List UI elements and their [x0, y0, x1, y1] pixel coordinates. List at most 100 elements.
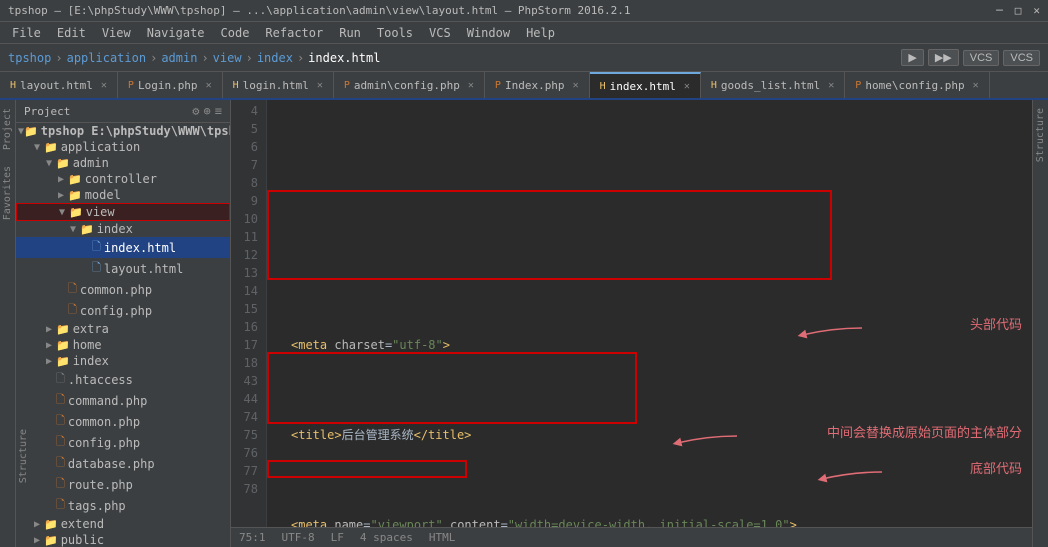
sidebar-title: Project [24, 105, 70, 118]
tree-item-application[interactable]: ▼ 📁 application [16, 139, 230, 155]
tab-label-home-config: home\config.php [865, 79, 964, 92]
tree-arrow-index-folder: ▼ [66, 224, 80, 235]
tab-index-php[interactable]: P Index.php ✕ [485, 72, 590, 98]
structure-label[interactable]: Structure [16, 425, 31, 487]
code-lines[interactable]: <meta charset="utf-8"> <title>后台管理系统</ti… [267, 100, 1032, 527]
menu-vcs[interactable]: VCS [421, 26, 459, 40]
structure-label-right[interactable]: Structure [1033, 100, 1048, 170]
tree-item-index-app[interactable]: ▶ 📁 index [16, 353, 230, 369]
tree-arrow-public: ▶ [30, 535, 44, 546]
tree-item-controller[interactable]: ▶ 📁 controller [16, 171, 230, 187]
tree-item-index-html[interactable]: 🗋 index.html [16, 237, 230, 258]
tab-home-config[interactable]: P home\config.php ✕ [845, 72, 989, 98]
debug-btn[interactable]: ▶▶ [928, 49, 959, 66]
tree-item-index-folder[interactable]: ▼ 📁 index [16, 221, 230, 237]
tab-close-layout[interactable]: ✕ [101, 80, 107, 91]
tree-item-admin[interactable]: ▼ 📁 admin [16, 155, 230, 171]
sidebar-icon-gear[interactable]: ⚙ [192, 104, 199, 118]
side-label-project[interactable]: Project [0, 100, 15, 158]
close-btn[interactable]: ✕ [1033, 4, 1040, 17]
tab-goods-list[interactable]: H goods_list.html ✕ [701, 72, 845, 98]
breadcrumb-index[interactable]: index [257, 51, 293, 65]
tab-close-login-php[interactable]: ✕ [206, 80, 212, 91]
tree-item-home[interactable]: ▶ 📁 home [16, 337, 230, 353]
tab-close-admin-config[interactable]: ✕ [468, 80, 474, 91]
tree-label-model: model [85, 188, 121, 202]
tree-item-extra[interactable]: ▶ 📁 extra [16, 321, 230, 337]
menu-navigate[interactable]: Navigate [139, 26, 213, 40]
tree-label-config-php-admin: config.php [80, 304, 152, 318]
structure-sidebar: Structure [1032, 100, 1048, 547]
tab-close-goods-list[interactable]: ✕ [828, 80, 834, 91]
tree-item-public[interactable]: ▶ 📁 public [16, 532, 230, 547]
tree-item-extend[interactable]: ▶ 📁 extend [16, 516, 230, 532]
vcs-btn[interactable]: VCS [963, 50, 1000, 66]
breadcrumb-tpshop[interactable]: tpshop [8, 51, 51, 65]
folder-icon-public: 📁 [44, 534, 58, 547]
tab-label-login-html: login.html [243, 79, 309, 92]
tab-admin-config[interactable]: P admin\config.php ✕ [334, 72, 485, 98]
vcs2-btn[interactable]: VCS [1003, 50, 1040, 66]
tab-login-html[interactable]: H login.html ✕ [223, 72, 334, 98]
tab-close-index-php[interactable]: ✕ [573, 80, 579, 91]
breadcrumb-admin[interactable]: admin [161, 51, 197, 65]
tree-label-index-app: index [73, 354, 109, 368]
minimize-btn[interactable]: ─ [996, 4, 1003, 17]
tab-login-php[interactable]: P Login.php ✕ [118, 72, 223, 98]
maximize-btn[interactable]: □ [1015, 4, 1022, 17]
tab-bar: H layout.html ✕ P Login.php ✕ H login.ht… [0, 72, 1048, 100]
tree-item-common-php[interactable]: 🗋 common.php [16, 411, 230, 432]
tree-item-layout-html[interactable]: 🗋 layout.html [16, 258, 230, 279]
menu-view[interactable]: View [94, 26, 139, 40]
main-layout: Project Favorites Project ⚙ ⊕ ≡ ▼ 📁 tpsh… [0, 100, 1048, 547]
tree-item-common-php-admin[interactable]: 🗋 common.php [16, 279, 230, 300]
tree-item-view[interactable]: ▼ 📁 view [16, 203, 230, 221]
menu-refactor[interactable]: Refactor [257, 26, 331, 40]
tab-close-login-html[interactable]: ✕ [317, 80, 323, 91]
menu-help[interactable]: Help [518, 26, 563, 40]
status-line-ending: LF [331, 531, 344, 544]
tree-item-command-php[interactable]: 🗋 command.php [16, 390, 230, 411]
tree-item-htaccess[interactable]: 🗋 .htaccess [16, 369, 230, 390]
run-btn[interactable]: ▶ [901, 49, 923, 66]
breadcrumb-application[interactable]: application [67, 51, 146, 65]
tab-index-html[interactable]: H index.html ✕ [590, 72, 701, 98]
tab-label-login-php: Login.php [138, 79, 198, 92]
breadcrumb-view[interactable]: view [213, 51, 242, 65]
menu-edit[interactable]: Edit [49, 26, 94, 40]
tab-close-index-html[interactable]: ✕ [684, 81, 690, 92]
tree-item-tpshop[interactable]: ▼ 📁 tpshop E:\phpStudy\WWW\tpshop [16, 123, 230, 139]
tab-label-index-html: index.html [610, 80, 676, 93]
sidebar-icon-collapse[interactable]: ≡ [215, 104, 222, 118]
tree-item-route-php[interactable]: 🗋 route.php [16, 474, 230, 495]
tree-item-model[interactable]: ▶ 📁 model [16, 187, 230, 203]
tree-label-extra: extra [73, 322, 109, 336]
tree-arrow-view: ▼ [55, 207, 69, 218]
menu-run[interactable]: Run [331, 26, 369, 40]
menu-file[interactable]: File [4, 26, 49, 40]
php-icon-command: 🗋 [56, 391, 65, 410]
tree-label-index-html: index.html [104, 241, 176, 255]
status-position: 75:1 [239, 531, 266, 544]
sidebar-content[interactable]: ▼ 📁 tpshop E:\phpStudy\WWW\tpshop ▼ 📁 ap… [16, 123, 230, 547]
toolbar: tpshop › application › admin › view › in… [0, 44, 1048, 72]
tab-close-home-config[interactable]: ✕ [973, 80, 979, 91]
side-label-favorites[interactable]: Favorites [0, 158, 15, 228]
html-icon-layout: 🗋 [92, 259, 101, 278]
menu-window[interactable]: Window [459, 26, 518, 40]
menu-tools[interactable]: Tools [369, 26, 421, 40]
tree-label-htaccess: .htaccess [68, 373, 133, 387]
tree-label-index-folder: index [97, 222, 133, 236]
tree-item-config-php[interactable]: 🗋 config.php [16, 432, 230, 453]
sidebar-icon-settings[interactable]: ⊕ [204, 104, 211, 118]
folder-icon-admin: 📁 [56, 157, 70, 170]
folder-icon-extend: 📁 [44, 518, 58, 531]
php-icon-database: 🗋 [56, 454, 65, 473]
php-icon-route: 🗋 [56, 475, 65, 494]
tab-layout-html[interactable]: H layout.html ✕ [0, 72, 118, 98]
code-content[interactable]: 4 5 6 7 8 9 10 11 12 13 14 15 16 17 18 4… [231, 100, 1032, 527]
tree-item-config-php-admin[interactable]: 🗋 config.php [16, 300, 230, 321]
menu-code[interactable]: Code [213, 26, 258, 40]
tree-item-database-php[interactable]: 🗋 database.php [16, 453, 230, 474]
tree-item-tags-php[interactable]: 🗋 tags.php [16, 495, 230, 516]
